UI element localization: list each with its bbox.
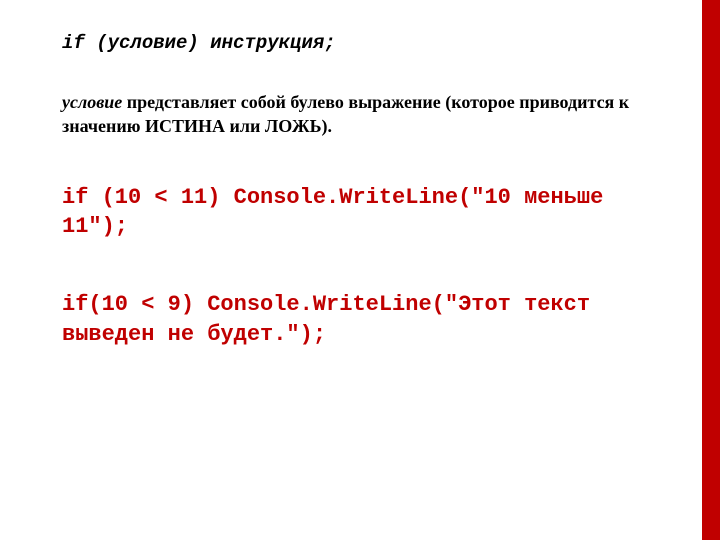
description-italic: условие	[62, 92, 122, 112]
slide-content: if (условие) инструкция; условие предста…	[0, 0, 720, 540]
red-accent-bar	[702, 0, 720, 540]
description-text: условие представляет собой булево выраже…	[62, 90, 670, 139]
code-example-2: if(10 < 9) Console.WriteLine("Этот текст…	[62, 290, 670, 349]
code-example-1: if (10 < 11) Console.WriteLine("10 меньш…	[62, 183, 670, 242]
description-rest: представляет собой булево выражение (кот…	[62, 92, 629, 136]
if-syntax: if (условие) инструкция;	[62, 32, 670, 54]
